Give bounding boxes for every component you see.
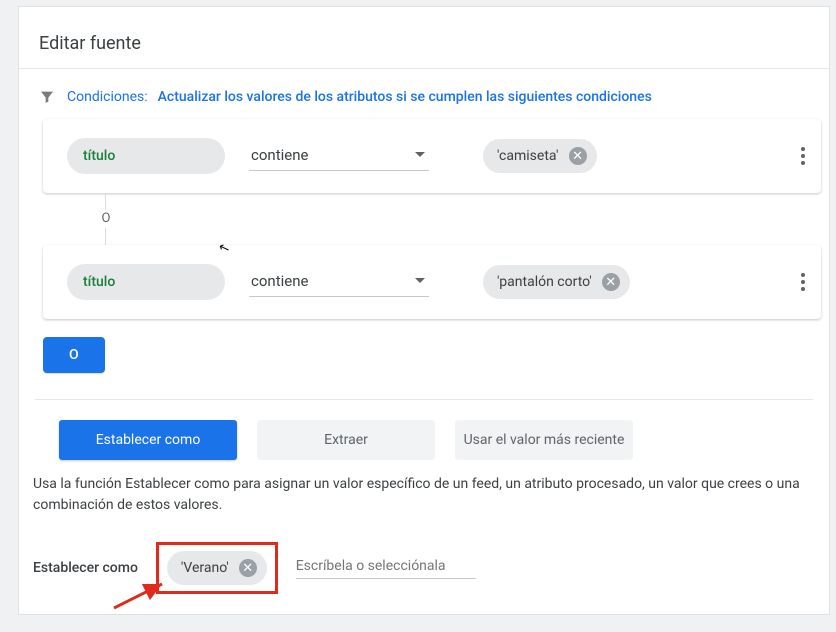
set-as-chip[interactable]: 'Verano' ✕ [167,551,267,585]
operator-select[interactable]: contiene [249,142,429,171]
conditions-update-link[interactable]: Actualizar los valores de los atributos … [158,89,652,105]
condition-row: título contiene 'camiseta' ✕ [43,119,821,193]
operator-text: contiene [251,146,308,164]
tab-set-as[interactable]: Establecer como [59,420,237,460]
more-icon[interactable] [801,270,805,294]
edit-feed-panel: Editar fuente Condiciones: Actualizar lo… [18,6,830,615]
or-connector: O [81,193,829,245]
operator-select[interactable]: contiene [249,268,429,297]
or-label: O [95,210,117,228]
tab-use-latest[interactable]: Usar el valor más reciente [455,420,633,460]
action-description: Usa la función Establecer como para asig… [19,460,829,520]
chevron-down-icon [415,152,425,157]
value-chip-text: 'pantalón corto' [497,274,592,290]
add-or-button[interactable]: O [43,337,105,373]
set-as-chip-text: 'Verano' [181,560,229,576]
value-chip[interactable]: 'camiseta' ✕ [483,139,597,173]
divider [35,399,813,400]
tab-extract[interactable]: Extraer [257,420,435,460]
set-as-input-wrap [296,558,476,579]
attribute-chip[interactable]: título [67,264,225,300]
close-icon[interactable]: ✕ [602,273,620,291]
annotation-highlight: 'Verano' ✕ [156,542,278,594]
operator-text: contiene [251,272,308,290]
more-icon[interactable] [801,144,805,168]
funnel-icon [37,89,57,105]
set-as-input[interactable] [296,558,476,574]
chevron-down-icon [415,278,425,283]
attribute-chip[interactable]: título [67,138,225,174]
action-tabs: Establecer como Extraer Usar el valor má… [19,420,829,460]
close-icon[interactable]: ✕ [239,559,257,577]
condition-row: título contiene 'pantalón corto' ✕ [43,245,821,319]
divider [19,68,829,69]
set-as-row: Establecer como 'Verano' ✕ [19,520,829,594]
set-as-label: Establecer como [33,560,138,576]
conditions-header: Condiciones: Actualizar los valores de l… [19,89,829,119]
page-title: Editar fuente [19,7,829,68]
close-icon[interactable]: ✕ [569,147,587,165]
value-chip[interactable]: 'pantalón corto' ✕ [483,265,630,299]
conditions-label: Condiciones: [67,89,148,105]
value-chip-text: 'camiseta' [497,148,559,164]
